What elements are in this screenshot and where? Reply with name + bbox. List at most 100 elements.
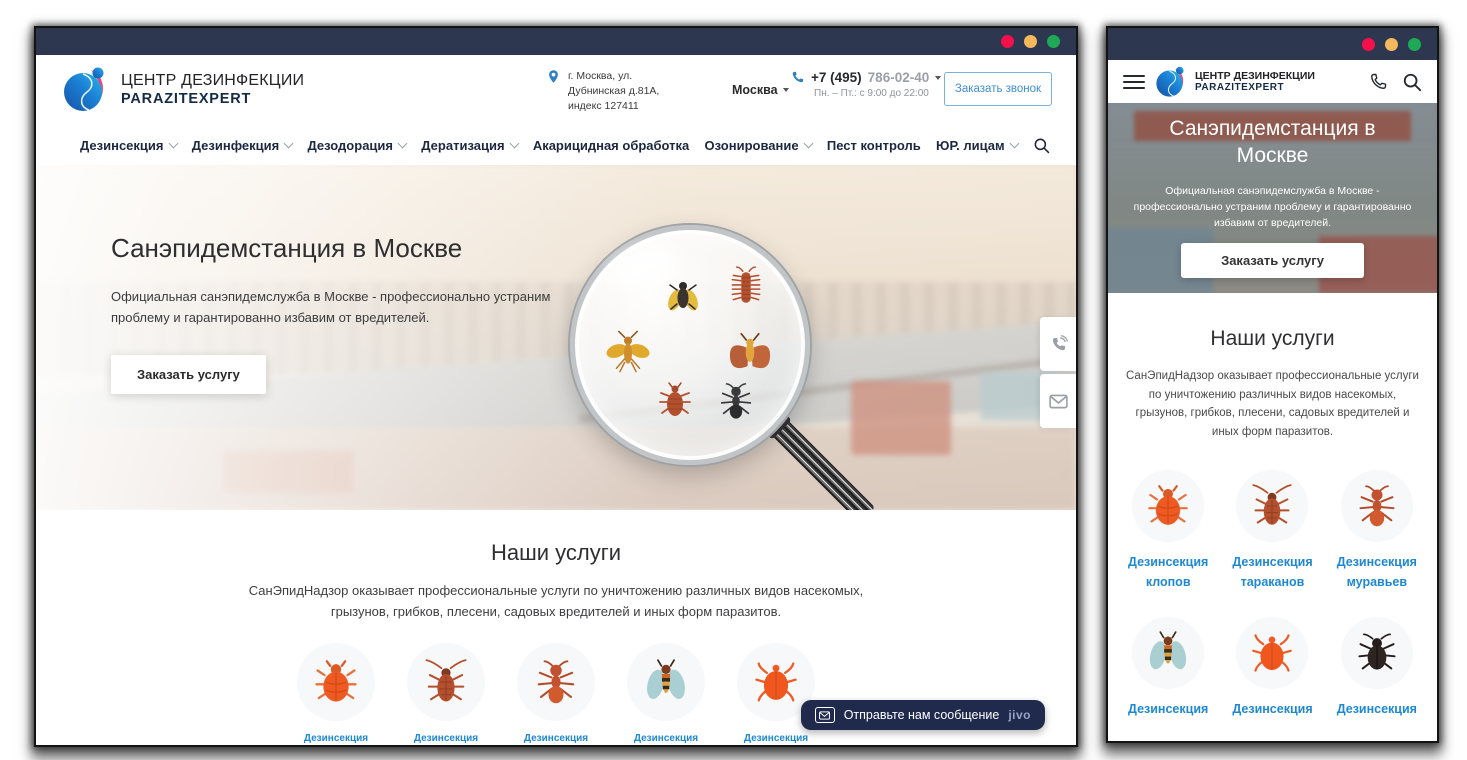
hero-description: Официальная санэпидемслужба в Москве - п…: [1108, 183, 1437, 232]
city-selector[interactable]: Москва: [732, 83, 789, 97]
hero-description: Официальная санэпидемслужба в Москве - п…: [111, 286, 591, 329]
hamburger-menu-icon[interactable]: [1123, 71, 1145, 93]
caret-down-icon: [935, 76, 941, 80]
service-item-os[interactable]: Дезинсекция: [1116, 617, 1220, 720]
nav-item-ozonirovanie[interactable]: Озонирование: [705, 138, 812, 153]
nav-item-pest-kontrol[interactable]: Пест контроль: [827, 138, 921, 153]
services-description: СанЭпидНадзор оказывает профессиональные…: [234, 581, 879, 623]
service-label: Дезинсекция: [1232, 555, 1312, 569]
wasp-yellow-icon: [605, 328, 651, 374]
hero-section: Санэпидемстанция в Москве Официальная са…: [36, 165, 1076, 510]
search-button[interactable]: [1402, 72, 1422, 92]
service-item-muravev[interactable]: Дезинсекциямуравьев: [1325, 470, 1429, 593]
service-item-kleshchey[interactable]: Дезинсекция: [1220, 617, 1324, 720]
beetle-icon: [1355, 631, 1399, 675]
phone-button[interactable]: [1368, 72, 1388, 92]
search-icon: [1033, 137, 1050, 154]
minimize-window-dot[interactable]: [1024, 35, 1037, 48]
magnifier-illustration: [570, 225, 810, 465]
service-label: муравьев: [1347, 575, 1407, 589]
callback-tool-button[interactable]: [1040, 317, 1076, 371]
service-label: Дезинсекция: [1128, 555, 1208, 569]
service-label: Дезинсекция: [414, 733, 478, 744]
bedbug-icon: [313, 659, 359, 705]
logo-icon: [62, 65, 110, 113]
envelope-icon: [1049, 394, 1068, 409]
moth-icon: [725, 330, 775, 380]
chat-widget[interactable]: Отправьте нам сообщение jivo: [801, 700, 1045, 730]
desktop-titlebar: [36, 28, 1076, 55]
ringing-phone-icon: [1048, 334, 1069, 355]
service-item-zhukov[interactable]: Дезинсекция: [1325, 617, 1429, 720]
wasp-icon: [643, 659, 689, 705]
mobile-hero-section: Санэпидемстанция в Москве Официальная са…: [1108, 103, 1437, 293]
location-pin-icon: [546, 69, 561, 84]
phone-prefix: +7 (495): [811, 70, 862, 85]
mobile-browser-window: ЦЕНТР ДЕЗИНФЕКЦИИ PARAZITEXPERT Санэпиде…: [1108, 28, 1437, 741]
service-item-tarakanov[interactable]: Дезинсекция тараканов: [1220, 470, 1324, 593]
louse-icon: [655, 380, 695, 420]
chevron-down-icon: [1009, 138, 1019, 148]
nav-item-dezinfekciya[interactable]: Дезинфекция: [192, 138, 292, 153]
minimize-window-dot[interactable]: [1385, 38, 1398, 51]
order-service-button[interactable]: Заказать услугу: [1181, 243, 1364, 278]
service-label: Дезинсекция: [304, 733, 368, 744]
service-item-klopov[interactable]: Дезинсекцияклопов: [1116, 470, 1220, 593]
address-line: индекс 127411: [568, 99, 659, 114]
caret-down-icon: [783, 88, 789, 92]
nav-item-deratizaciya[interactable]: Дератизация: [421, 138, 517, 153]
nav-label: Дезодорация: [308, 138, 394, 153]
envelope-glyph: [819, 711, 830, 720]
chevron-down-icon: [398, 138, 408, 148]
logo[interactable]: ЦЕНТР ДЕЗИНФЕКЦИИ PARAZITEXPERT: [1155, 65, 1315, 98]
search-icon: [1402, 72, 1422, 92]
order-call-button[interactable]: Заказать звонок: [944, 72, 1052, 106]
services-description: СанЭпидНадзор оказывает профессиональные…: [1108, 367, 1437, 442]
desktop-browser-window: ЦЕНТР ДЕЗИНФЕКЦИИ PARAZITEXPERT г. Москв…: [36, 28, 1076, 745]
brand-subname: PARAZITEXPERT: [1195, 82, 1315, 93]
logo[interactable]: ЦЕНТР ДЕЗИНФЕКЦИИ PARAZITEXPERT: [62, 65, 304, 113]
address-text: г. Москва, ул. Дубнинская д.81А, индекс …: [568, 69, 659, 115]
nav-label: Дезинфекция: [192, 138, 279, 153]
centipede-icon: [725, 266, 767, 308]
service-item-klopov[interactable]: Дезинсекцияклопов: [289, 643, 383, 745]
cockroach-icon: [423, 659, 469, 705]
services-title: Наши услуги: [36, 540, 1076, 566]
envelope-icon: [815, 707, 835, 723]
close-window-dot[interactable]: [1362, 38, 1375, 51]
nav-search-button[interactable]: [1033, 137, 1050, 154]
nav-item-yur-licam[interactable]: ЮР. лицам: [936, 138, 1018, 153]
working-hours: Пн. – Пт.: с 9:00 до 22:00: [814, 88, 941, 99]
service-item-muravev[interactable]: Дезинсекциямуравьев: [509, 643, 603, 745]
service-label: тараканов: [1241, 575, 1305, 589]
brand-text: ЦЕНТР ДЕЗИНФЕКЦИИ PARAZITEXPERT: [1195, 70, 1315, 93]
nav-label: Дезинсекция: [80, 138, 164, 153]
order-service-button[interactable]: Заказать услугу: [111, 355, 266, 394]
services-title: Наши услуги: [1108, 327, 1437, 351]
phone-rest: 786-02-40: [868, 70, 930, 85]
service-item-tarakanov[interactable]: Дезинсекциятараканов: [399, 643, 493, 745]
nav-item-dezinsekciya[interactable]: Дезинсекция: [80, 138, 177, 153]
mobile-services-section: Наши услуги СанЭпидНадзор оказывает проф…: [1108, 293, 1437, 741]
main-nav: Дезинсекция Дезинфекция Дезодорация Дера…: [36, 125, 1076, 165]
nav-item-dezodoraciya[interactable]: Дезодорация: [308, 138, 407, 153]
chevron-down-icon: [284, 138, 294, 148]
brand-subname: PARAZITEXPERT: [121, 91, 304, 107]
service-label: Дезинсекция: [1128, 702, 1208, 716]
email-tool-button[interactable]: [1040, 374, 1076, 428]
maximize-window-dot[interactable]: [1047, 35, 1060, 48]
service-item-os-i-shershney[interactable]: Дезинсекцияос и шершней: [619, 643, 713, 745]
nav-label: ЮР. лицам: [936, 138, 1005, 153]
nav-item-akaricidnaya[interactable]: Акарицидная обработка: [533, 138, 689, 153]
close-window-dot[interactable]: [1001, 35, 1014, 48]
address-line: г. Москва, ул.: [568, 69, 659, 84]
nav-label: Акарицидная обработка: [533, 138, 689, 153]
jivo-logo: jivo: [1008, 708, 1031, 722]
phone-block[interactable]: +7 (495) 786-02-40 Пн. – Пт.: с 9:00 до …: [790, 70, 941, 99]
hero-title: Санэпидемстанция в Москве: [111, 233, 591, 264]
maximize-window-dot[interactable]: [1408, 38, 1421, 51]
tick-icon: [1250, 631, 1294, 675]
bedbug-icon: [1146, 484, 1190, 528]
service-label: Дезинсекция: [1337, 702, 1417, 716]
mobile-titlebar: [1108, 28, 1437, 60]
